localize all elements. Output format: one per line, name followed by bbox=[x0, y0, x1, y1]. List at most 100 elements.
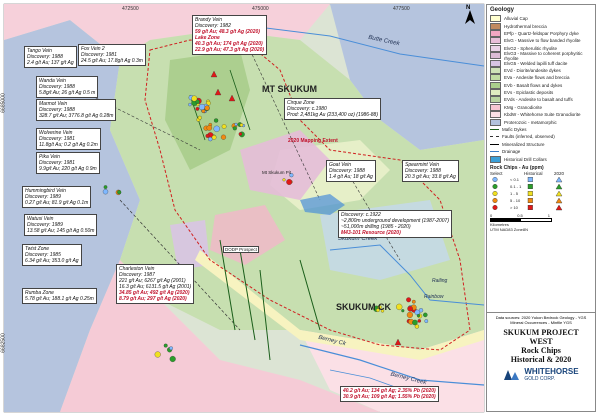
rock-chip-point bbox=[411, 299, 416, 304]
rock-chip-point bbox=[195, 107, 200, 111]
legend-unit-label: EVds - Andesite to basalt and tuffs bbox=[504, 97, 573, 103]
legend-au-symbols bbox=[492, 183, 563, 190]
legend-unit: EVs - Epiclastic deposits bbox=[487, 89, 595, 97]
callout-highlight: 30.9 g/t Au; 109 g/t Ag; 1.55% Pb (2020) bbox=[343, 394, 436, 400]
legend-unit-label: EVs - Epiclastic deposits bbox=[504, 90, 554, 96]
scale-bar: 0 0.5 1 Kilometres UTM NAD83 Zone8N bbox=[487, 211, 595, 234]
scale-tick-2: 1 bbox=[547, 212, 550, 218]
legend-unit: EVd - Diorite/andesite dykes bbox=[487, 66, 595, 74]
callout-charleston: Charleston Vein Discovery: 1987 221 g/t Au… bbox=[116, 264, 195, 304]
legend-unit: KbdW - Whitehorse Suite Granodiorite bbox=[487, 111, 595, 119]
legend-au-class: 5 - 10 bbox=[487, 197, 595, 204]
callout-line: 11.8g/t Au; 0.2 g/t Ag 0.2m bbox=[39, 142, 98, 148]
rock-chip-point bbox=[154, 351, 161, 358]
rock-chip-point bbox=[188, 102, 192, 107]
legend-line-label: Historical Drill Collars bbox=[504, 156, 547, 162]
rock-chip-point bbox=[213, 118, 219, 123]
rock-chip-point bbox=[163, 343, 168, 348]
rock-chip-point bbox=[117, 190, 122, 195]
legend-swatch bbox=[490, 81, 501, 89]
callout-spearmint: Spearmint Vein Discovery: 1988 20.3 g/t Au… bbox=[402, 160, 459, 182]
rock-chip-point bbox=[406, 297, 412, 303]
rock-chip-point bbox=[102, 189, 109, 195]
legend-unit: Proterozoic - metamorphic bbox=[487, 118, 595, 126]
legend-line: Historical Drill Collars bbox=[487, 155, 595, 163]
rock-chip-point bbox=[238, 132, 243, 136]
callout-line: 9.9g/t Au; 220 g/t Ag 0.9m bbox=[39, 166, 97, 172]
legend-au-symbols bbox=[492, 176, 563, 183]
legend-au-class: < 0.1 bbox=[487, 176, 595, 183]
legend-line-label: Faults (inferred, observed) bbox=[502, 134, 555, 140]
coord-top-1: 472500 bbox=[122, 6, 139, 12]
legend-line-symbol bbox=[490, 136, 499, 138]
legend-unit: ElvG3 - Massive to coherent porphyritic … bbox=[487, 50, 595, 61]
callout-pika: Pika Vein Discovery: 1981 9.9g/t Au; 220 g… bbox=[36, 152, 100, 174]
rock-chip-point bbox=[205, 133, 210, 138]
data-source: Data sources: 2020 Yukon Bedrock Geology… bbox=[495, 315, 587, 320]
legend-unit: EVds - Andesite to basalt and tuffs bbox=[487, 96, 595, 104]
callout-line: 5.78 g/t Au; 188.1 g/t Ag 0.25m bbox=[25, 296, 94, 302]
legend-unit: KMg - Granodiorite bbox=[487, 103, 595, 111]
rock-chips-title: Rock Chips - Au (ppm) bbox=[490, 164, 544, 171]
title-3: Rock Chips bbox=[521, 346, 561, 355]
rock-chip-point bbox=[424, 319, 429, 323]
rock-chip-point bbox=[206, 125, 213, 131]
coord-top-2: 475000 bbox=[252, 6, 269, 12]
coord-left-2: 6682500 bbox=[0, 333, 7, 353]
legend-swatch bbox=[490, 52, 501, 60]
rock-chip-point bbox=[412, 319, 418, 326]
legend-line: Drainage bbox=[487, 148, 595, 155]
pit-label: Mt Skukum Pit bbox=[262, 170, 292, 175]
callout-line: 6.34 g/t Au; 353.0 g/t Ag bbox=[25, 258, 79, 264]
coord-left-1: 6685000 bbox=[0, 93, 7, 113]
legend-unit-label: Proterozoic - metamorphic bbox=[504, 119, 557, 125]
legend-line: Faults (inferred, observed) bbox=[487, 133, 595, 140]
legend-unit: EVa - Andesite flows and breccia bbox=[487, 74, 595, 82]
legend-unit-label: ElvG - Massive to flow banded rhyolite bbox=[504, 38, 581, 44]
legend-unit-label: ElvG5 - Welded lapilli tuff dacite bbox=[504, 60, 568, 66]
legend-unit-label: Hydrothermal breccia bbox=[504, 23, 547, 29]
title-1: SKUKUM PROJECT bbox=[503, 328, 579, 337]
rock-chip-point bbox=[191, 95, 198, 102]
legend-unit: Hydrothermal breccia bbox=[487, 22, 595, 30]
callout-wanda: Wanda Vein Discovery: 1988 5.8g/t Au; 26 g… bbox=[36, 76, 99, 98]
legend-lines: Mafic Dykes Faults (inferred, observed) Mi… bbox=[487, 126, 595, 163]
rock-chip-point bbox=[198, 103, 206, 111]
legend-line: Mafic Dykes bbox=[487, 126, 595, 133]
callout-line: 20.3 g/t Au; 33.8 g/t Ag bbox=[405, 174, 456, 180]
legend-au-label: > 10 bbox=[510, 204, 518, 210]
callout-skukum-ck: Discovery: c.1922 ~2,800m underground dev… bbox=[338, 210, 452, 238]
rock-chip-point bbox=[208, 136, 213, 142]
legend-au-class: 1 - 5 bbox=[487, 190, 595, 197]
callout-line: 5.8g/t Au; 26 g/t Ag 0.5 m bbox=[39, 90, 96, 96]
legend-unit-label: ElvG3 - Massive to coherent porphyritic … bbox=[504, 50, 583, 61]
legend-line-symbol bbox=[490, 143, 499, 145]
legend-swatch bbox=[490, 22, 501, 30]
legend-au-symbols bbox=[492, 197, 563, 204]
rock-chip-point bbox=[282, 178, 286, 182]
legend-unit: ElvG - Massive to flow banded rhyolite bbox=[487, 37, 595, 45]
rock-chip-point bbox=[221, 124, 227, 129]
legend-unit-label: EPfp - Quartz-feldspar Porphyry dyke bbox=[504, 30, 579, 36]
rock-chip-point bbox=[204, 105, 210, 111]
legend-au-class: 0.1 - 1 bbox=[487, 183, 595, 190]
rainbow-label: Rainbow bbox=[424, 294, 444, 300]
rock-chip-point bbox=[416, 313, 421, 318]
title-2: WEST bbox=[529, 337, 553, 346]
callout-brandy: Brandy Vein Discovery: 1982 59 g/t Au; 48.… bbox=[192, 15, 268, 55]
legend-au-symbols bbox=[492, 190, 563, 197]
logo-text-2: GOLD CORP. bbox=[524, 376, 556, 382]
legend-unit-label: EVd - Diorite/andesite dykes bbox=[504, 67, 561, 73]
rock-chip-point bbox=[396, 303, 403, 311]
title-4: Historical & 2020 bbox=[510, 355, 572, 364]
callout-hummingbird: Hummingbird Vein Discovery: 1989 0.27 g/t … bbox=[22, 186, 92, 208]
callout-line: 2.4 g/t Au; 137 g/t Ag bbox=[27, 60, 74, 66]
mapping-extent-label: 2020 Mapping Extent bbox=[288, 138, 338, 144]
callout-highlight: 22.9 g/t Au; 47.3 g/t Ag (2020) bbox=[195, 47, 265, 53]
rock-chip-point bbox=[169, 346, 173, 351]
callout-goat: Goat Vein Discovery: 1988 1.4 g/t Au; 18 g… bbox=[326, 160, 376, 182]
legend-line-label: Drainage bbox=[502, 149, 521, 155]
legend-line: Mineralized Structure bbox=[487, 141, 595, 148]
legend-au-label: 5 - 10 bbox=[510, 197, 521, 203]
rock-chip-point bbox=[220, 134, 227, 140]
